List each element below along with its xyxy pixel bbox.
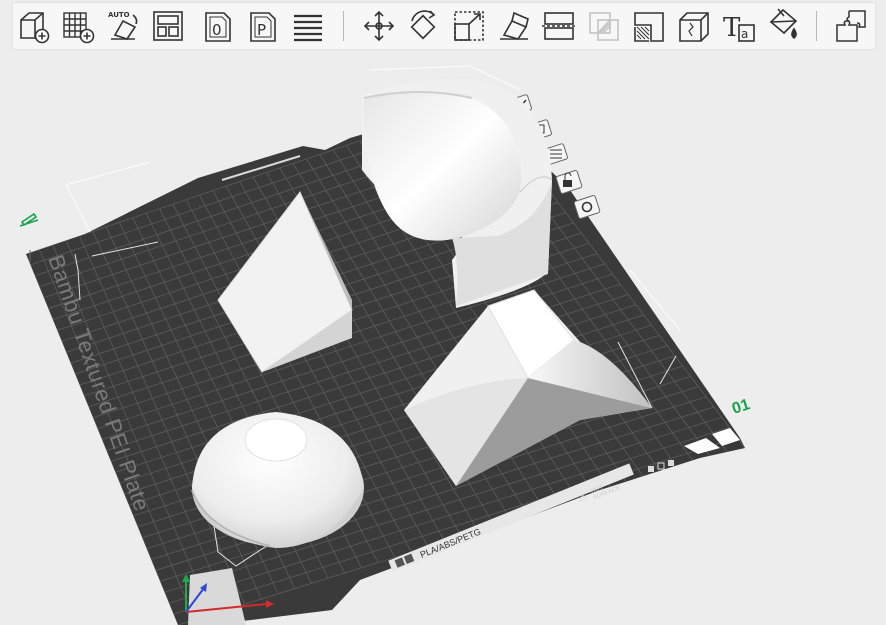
layers-icon[interactable] [290,7,326,45]
scale-icon[interactable] [451,7,487,45]
rotate-icon[interactable] [406,7,442,45]
mesh-boolean-icon [586,7,622,45]
arrange-icon[interactable] [150,7,186,45]
toolbar-separator [816,11,817,41]
plate-edit-icon[interactable] [19,212,39,227]
move-icon[interactable] [361,7,397,45]
slice-button[interactable]: 0 [200,7,236,45]
seam-paint-icon[interactable] [676,7,712,45]
add-plate-icon[interactable] [60,7,96,45]
auto-orient-button[interactable]: AUTO [105,7,141,45]
plate-number[interactable]: 01 [730,396,752,418]
slicer-window: AUTO 0 P T a Bambu Textured PEI Plate PL… [0,0,886,625]
text-tool-label: T [723,13,741,43]
color-paint-icon[interactable] [766,7,802,45]
assembly-icon[interactable] [833,7,869,45]
support-paint-icon[interactable] [631,7,667,45]
object-lock-icon[interactable] [555,170,583,194]
text-tool-button[interactable]: T a [721,7,757,45]
plate-settings-button[interactable]: P [245,7,281,45]
text-tool-sublabel: a [741,27,748,41]
add-object-icon[interactable] [15,7,51,45]
slice-label: 0 [212,21,222,39]
cut-icon[interactable] [541,7,577,45]
3d-viewport[interactable]: Bambu Textured PEI Plate PLA/ABS/PETG ⚠ … [0,50,886,625]
main-toolbar: AUTO 0 P T a [12,2,876,50]
toolbar-separator [343,11,344,41]
object-gear-icon[interactable] [573,195,601,219]
lay-on-face-icon[interactable] [496,7,532,45]
plate-settings-label: P [257,21,266,39]
auto-orient-label: AUTO [108,11,130,19]
